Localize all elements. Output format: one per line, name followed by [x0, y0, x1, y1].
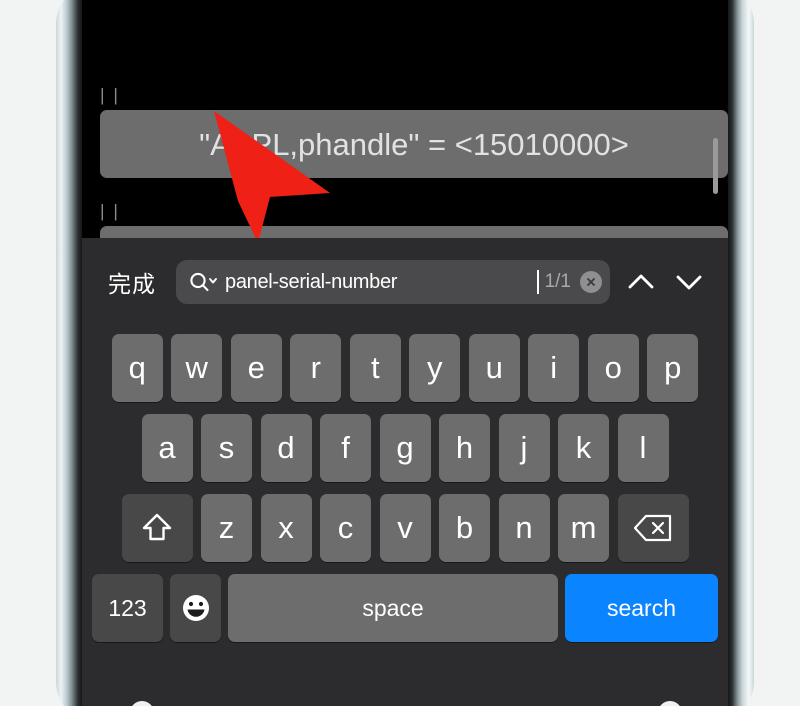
phone-screen: | | "AAPL,phandle" = <15010000> | | "ole…	[82, 0, 728, 706]
key-w[interactable]: w	[171, 334, 223, 402]
backspace-key[interactable]	[617, 494, 689, 562]
match-counter: 1/1	[544, 271, 571, 292]
tree-pipes: | |	[100, 85, 120, 105]
key-d[interactable]: d	[260, 414, 312, 482]
keyboard-row-2: a s d f g h j k l	[82, 402, 728, 482]
keyboard-row-4: 123 space search	[82, 562, 728, 642]
key-t[interactable]: t	[349, 334, 401, 402]
emoji-key[interactable]	[170, 574, 221, 642]
bottom-right-glyph-icon	[658, 701, 682, 706]
search-input[interactable]: panel-serial-number 1/1	[176, 260, 610, 304]
tree-pipes: | |	[100, 201, 120, 221]
next-match-chevron-down-icon[interactable]	[672, 271, 706, 293]
key-a[interactable]: a	[141, 414, 193, 482]
console-line: | | "oled-display" = <01000000>	[82, 197, 728, 238]
key-e[interactable]: e	[230, 334, 282, 402]
numbers-key[interactable]: 123	[92, 574, 163, 642]
key-i[interactable]: i	[528, 334, 580, 402]
space-key[interactable]: space	[228, 574, 558, 642]
clear-search-icon[interactable]	[580, 271, 602, 293]
console-line-text: "AAPL,phandle" = <15010000>	[100, 110, 728, 178]
bottom-left-glyph-icon	[130, 701, 154, 706]
ioreg-text-output[interactable]: | | "AAPL,phandle" = <15010000> | | "ole…	[82, 0, 728, 238]
key-f[interactable]: f	[320, 414, 371, 482]
console-line: | | "AAPL,phandle" = <15010000>	[82, 81, 728, 178]
key-p[interactable]: p	[647, 334, 699, 402]
key-x[interactable]: x	[260, 494, 312, 562]
previous-match-chevron-up-icon[interactable]	[624, 271, 658, 293]
key-v[interactable]: v	[379, 494, 431, 562]
photograph-background: | | "AAPL,phandle" = <15010000> | | "ole…	[0, 0, 800, 706]
key-l[interactable]: l	[617, 414, 669, 482]
key-z[interactable]: z	[201, 494, 252, 562]
key-b[interactable]: b	[439, 494, 490, 562]
search-return-key[interactable]: search	[565, 574, 718, 642]
key-r[interactable]: r	[290, 334, 342, 402]
console-line-text: "oled-display" = <01000000>	[100, 226, 728, 238]
key-o[interactable]: o	[587, 334, 639, 402]
key-m[interactable]: m	[558, 494, 609, 562]
find-bar: 完成 panel-serial-number 1/1	[82, 238, 728, 326]
key-g[interactable]: g	[379, 414, 431, 482]
key-q[interactable]: q	[111, 334, 163, 402]
keyboard-row-3: z x c v b n m	[82, 482, 728, 562]
keyboard-panel: 完成 panel-serial-number 1/1 q w e r t y u…	[82, 238, 728, 706]
key-k[interactable]: k	[558, 414, 609, 482]
keyboard-bottom-strip	[82, 680, 728, 706]
key-c[interactable]: c	[320, 494, 371, 562]
search-icon[interactable]	[188, 270, 218, 294]
key-j[interactable]: j	[498, 414, 550, 482]
done-button[interactable]: 完成	[102, 263, 162, 301]
key-u[interactable]: u	[468, 334, 520, 402]
key-s[interactable]: s	[201, 414, 252, 482]
vertical-scrollbar[interactable]	[713, 138, 718, 194]
shift-key[interactable]	[121, 494, 193, 562]
keyboard-row-1: q w e r t y u i o p	[82, 326, 728, 402]
key-y[interactable]: y	[409, 334, 461, 402]
text-cursor	[536, 270, 539, 294]
search-input-value[interactable]: panel-serial-number	[225, 271, 534, 294]
key-n[interactable]: n	[498, 494, 550, 562]
key-h[interactable]: h	[439, 414, 490, 482]
